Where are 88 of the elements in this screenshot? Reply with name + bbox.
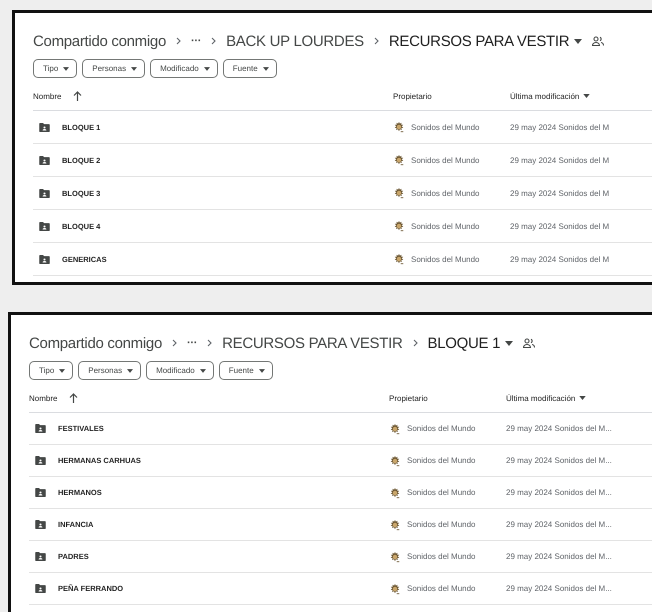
shared-folder-icon <box>39 222 50 230</box>
owner-name: Sonidos del Mundo <box>411 188 480 198</box>
caret-icon <box>505 340 514 346</box>
modified-text: 29 may 2024 Sonidos del M... <box>506 552 613 561</box>
column-header[interactable]: Propietario <box>393 92 510 100</box>
modified-text: 29 may 2024 Sonidos del M <box>510 222 610 230</box>
owner-name: Sonidos del Mundo <box>411 156 480 164</box>
owner-name: Sonidos del Mundo <box>411 254 480 264</box>
shared-folder-icon <box>39 122 50 132</box>
owner-avatar-icon <box>389 486 401 498</box>
chevron-icon <box>207 339 212 347</box>
breadcrumb-link[interactable]: Compartido conmigo <box>33 32 166 50</box>
more-breadcrumb[interactable]: ··· <box>187 337 198 349</box>
filter-chip[interactable]: Modificado <box>146 361 214 380</box>
owner-name: Sonidos del Mundo <box>407 520 476 529</box>
modified-text: 29 may 2024 Sonidos del M... <box>506 456 613 465</box>
caret-icon <box>583 94 590 98</box>
owner-avatar-icon <box>389 518 401 530</box>
modified-text: 29 may 2024 Sonidos del M... <box>506 584 613 593</box>
filter-chip[interactable]: Personas <box>82 59 146 78</box>
shared-folder-icon <box>35 424 46 433</box>
owner-name: Sonidos del Mundo <box>407 584 476 593</box>
caret-icon <box>200 368 206 372</box>
shared-folder-icon <box>39 156 50 164</box>
owner-avatar-icon <box>389 550 401 562</box>
owner-name: Sonidos del Mundo <box>411 222 480 230</box>
owner-avatar-icon <box>389 422 401 434</box>
shared-folder-icon <box>35 488 46 497</box>
caret-icon <box>262 66 269 70</box>
sort-arrow-icon[interactable] <box>69 393 78 403</box>
caret-icon <box>63 66 70 70</box>
owner-name: Sonidos del Mundo <box>407 552 476 561</box>
people-icon <box>592 36 604 46</box>
people-icon <box>523 338 536 348</box>
shared-folder-icon <box>35 520 46 529</box>
breadcrumb-link[interactable]: Compartido conmigo <box>29 334 162 352</box>
shared-folder-icon <box>35 584 46 593</box>
filter-chip[interactable]: Tipo <box>29 361 74 380</box>
chevron-icon <box>211 37 216 45</box>
modified-text: 29 may 2024 Sonidos del M... <box>506 488 613 497</box>
filter-chip[interactable]: Personas <box>78 361 142 380</box>
owner-avatar-icon <box>393 121 405 133</box>
breadcrumb-link[interactable]: BACK UP LOURDES <box>226 32 364 50</box>
column-header[interactable]: Nombre <box>29 394 58 402</box>
modified-text: 29 may 2024 Sonidos del M <box>510 254 610 264</box>
shared-folder-icon <box>35 456 46 465</box>
shared-folder-icon <box>35 552 46 561</box>
owner-avatar-icon <box>393 253 405 265</box>
owner-name: Sonidos del Mundo <box>407 456 476 465</box>
column-header[interactable]: Nombre <box>33 92 62 100</box>
filter-chip[interactable]: Fuente <box>222 59 277 78</box>
caret-icon <box>258 368 265 372</box>
modified-text: 29 may 2024 Sonidos del M... <box>506 424 613 433</box>
column-header[interactable]: Propietario <box>389 394 506 402</box>
current-folder-button[interactable]: RECURSOS PARA VESTIR <box>388 32 582 50</box>
caret-icon <box>131 66 138 70</box>
caret-icon <box>579 396 586 400</box>
caret-icon <box>127 368 134 372</box>
chevron-icon <box>172 339 177 347</box>
filter-chip[interactable]: Fuente <box>218 361 273 380</box>
filter-chip[interactable]: Modificado <box>150 59 218 78</box>
modified-text: 29 may 2024 Sonidos del M <box>510 188 610 198</box>
column-header[interactable]: Última modificación <box>510 92 580 100</box>
sort-arrow-icon[interactable] <box>73 91 82 101</box>
shared-folder-icon <box>39 254 50 264</box>
owner-avatar-icon <box>389 454 401 466</box>
column-header[interactable]: Última modificación <box>506 394 576 402</box>
chevron-icon <box>374 37 379 45</box>
owner-avatar-icon <box>393 220 405 232</box>
chevron-icon <box>412 339 418 347</box>
caret-icon <box>204 66 210 70</box>
shared-folder-icon <box>39 188 50 198</box>
owner-name: Sonidos del Mundo <box>411 122 480 132</box>
filter-chip[interactable]: Tipo <box>33 59 78 78</box>
owner-name: Sonidos del Mundo <box>407 424 476 433</box>
caret-icon <box>59 368 66 372</box>
breadcrumb-link[interactable]: RECURSOS PARA VESTIR <box>222 334 403 352</box>
modified-text: 29 may 2024 Sonidos del M <box>510 122 610 132</box>
current-folder-button[interactable]: BLOQUE 1 <box>428 334 514 352</box>
more-breadcrumb[interactable]: ··· <box>191 35 202 47</box>
caret-icon <box>574 38 582 44</box>
modified-text: 29 may 2024 Sonidos del M... <box>506 520 613 529</box>
owner-name: Sonidos del Mundo <box>407 488 476 497</box>
owner-avatar-icon <box>393 187 405 199</box>
owner-avatar-icon <box>389 582 401 594</box>
owner-avatar-icon <box>393 154 405 166</box>
chevron-icon <box>176 37 181 45</box>
modified-text: 29 may 2024 Sonidos del M <box>510 156 610 164</box>
